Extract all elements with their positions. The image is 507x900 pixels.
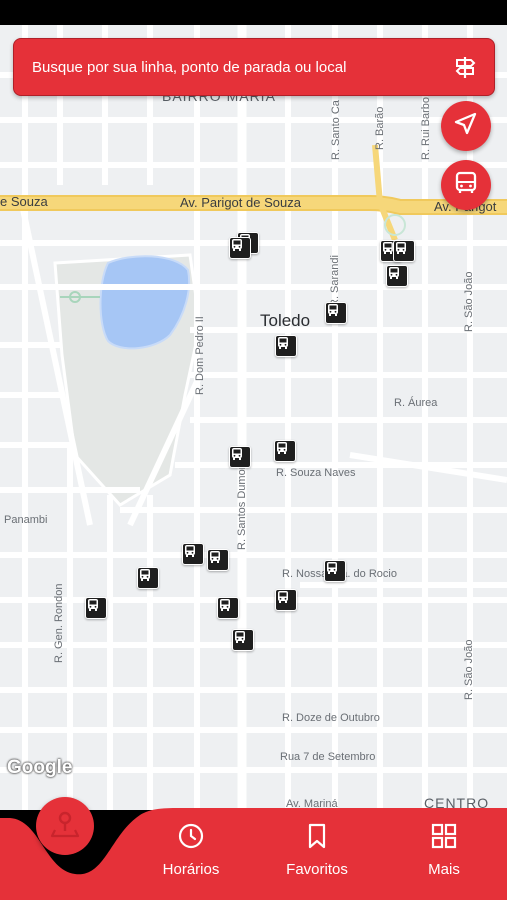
grid-icon: [430, 822, 458, 855]
clock-icon: [177, 822, 205, 855]
street-label: R. Doze de Outubro: [282, 712, 380, 724]
navigation-arrow-icon: [453, 111, 479, 142]
signpost-icon[interactable]: [450, 52, 480, 82]
nav-label: Horários: [162, 861, 220, 878]
street-label: Rua 7 de Setembro: [280, 751, 376, 763]
map-view[interactable]: BAIRRO MARIA e Souza Av. Parigot de Souz…: [0, 25, 507, 810]
street-label: R. Rui Barbo: [420, 97, 432, 160]
google-logo: Google: [7, 757, 73, 778]
bus-stop-icon[interactable]: [137, 567, 159, 589]
nav-label: Mais: [428, 861, 460, 878]
bus-stop-icon[interactable]: [324, 560, 346, 582]
search-placeholder: Busque por sua linha, ponto de parada ou…: [32, 58, 347, 76]
nav-label: Favoritos: [286, 861, 348, 878]
bus-stop-icon[interactable]: [393, 240, 415, 262]
locate-button[interactable]: [441, 101, 491, 151]
nav-item-mais[interactable]: Mais: [410, 822, 478, 878]
street-label: R. São João: [463, 271, 475, 332]
bus-stop-icon[interactable]: [207, 549, 229, 571]
street-label: R. Barão: [374, 106, 386, 150]
map-tab-button[interactable]: [36, 797, 94, 855]
bus-icon: [453, 170, 479, 201]
bus-stop-icon[interactable]: [85, 597, 107, 619]
bus-stop-icon[interactable]: [325, 302, 347, 324]
bus-stop-icon[interactable]: [229, 446, 251, 468]
street-label: R. Santo Ca: [330, 100, 342, 160]
map-pin-icon: [50, 809, 80, 844]
bus-stop-icon[interactable]: [229, 237, 251, 259]
nav-item-favoritos[interactable]: Favoritos: [278, 822, 356, 878]
street-label: e Souza: [0, 194, 48, 209]
bus-button[interactable]: [441, 160, 491, 210]
bus-stop-icon[interactable]: [274, 440, 296, 462]
bus-stop-icon[interactable]: [217, 597, 239, 619]
street-label: R. Souza Naves: [276, 467, 356, 479]
street-label: R. São João: [463, 639, 475, 700]
bus-stop-icon[interactable]: [182, 543, 204, 565]
search-bar[interactable]: Busque por sua linha, ponto de parada ou…: [13, 38, 495, 96]
status-bar: [0, 0, 507, 25]
street-label: Av. Parigot de Souza: [180, 195, 301, 210]
bus-stop-icon[interactable]: [275, 335, 297, 357]
place-label: Panambi: [4, 514, 48, 526]
nav-item-horarios[interactable]: Horários: [152, 822, 230, 878]
bus-stop-icon[interactable]: [232, 629, 254, 651]
neighborhood-label: Toledo: [260, 311, 311, 330]
street-label: R. Santos Dumont: [236, 460, 248, 550]
street-label: R. Dom Pedro II: [194, 316, 206, 395]
bus-stop-icon[interactable]: [275, 589, 297, 611]
bookmark-icon: [303, 822, 331, 855]
bus-stop-icon[interactable]: [386, 265, 408, 287]
street-label: R. Gen. Rondon: [53, 583, 65, 664]
street-label: R. Sarandi: [329, 255, 341, 307]
street-label: R. Áurea: [394, 397, 438, 409]
